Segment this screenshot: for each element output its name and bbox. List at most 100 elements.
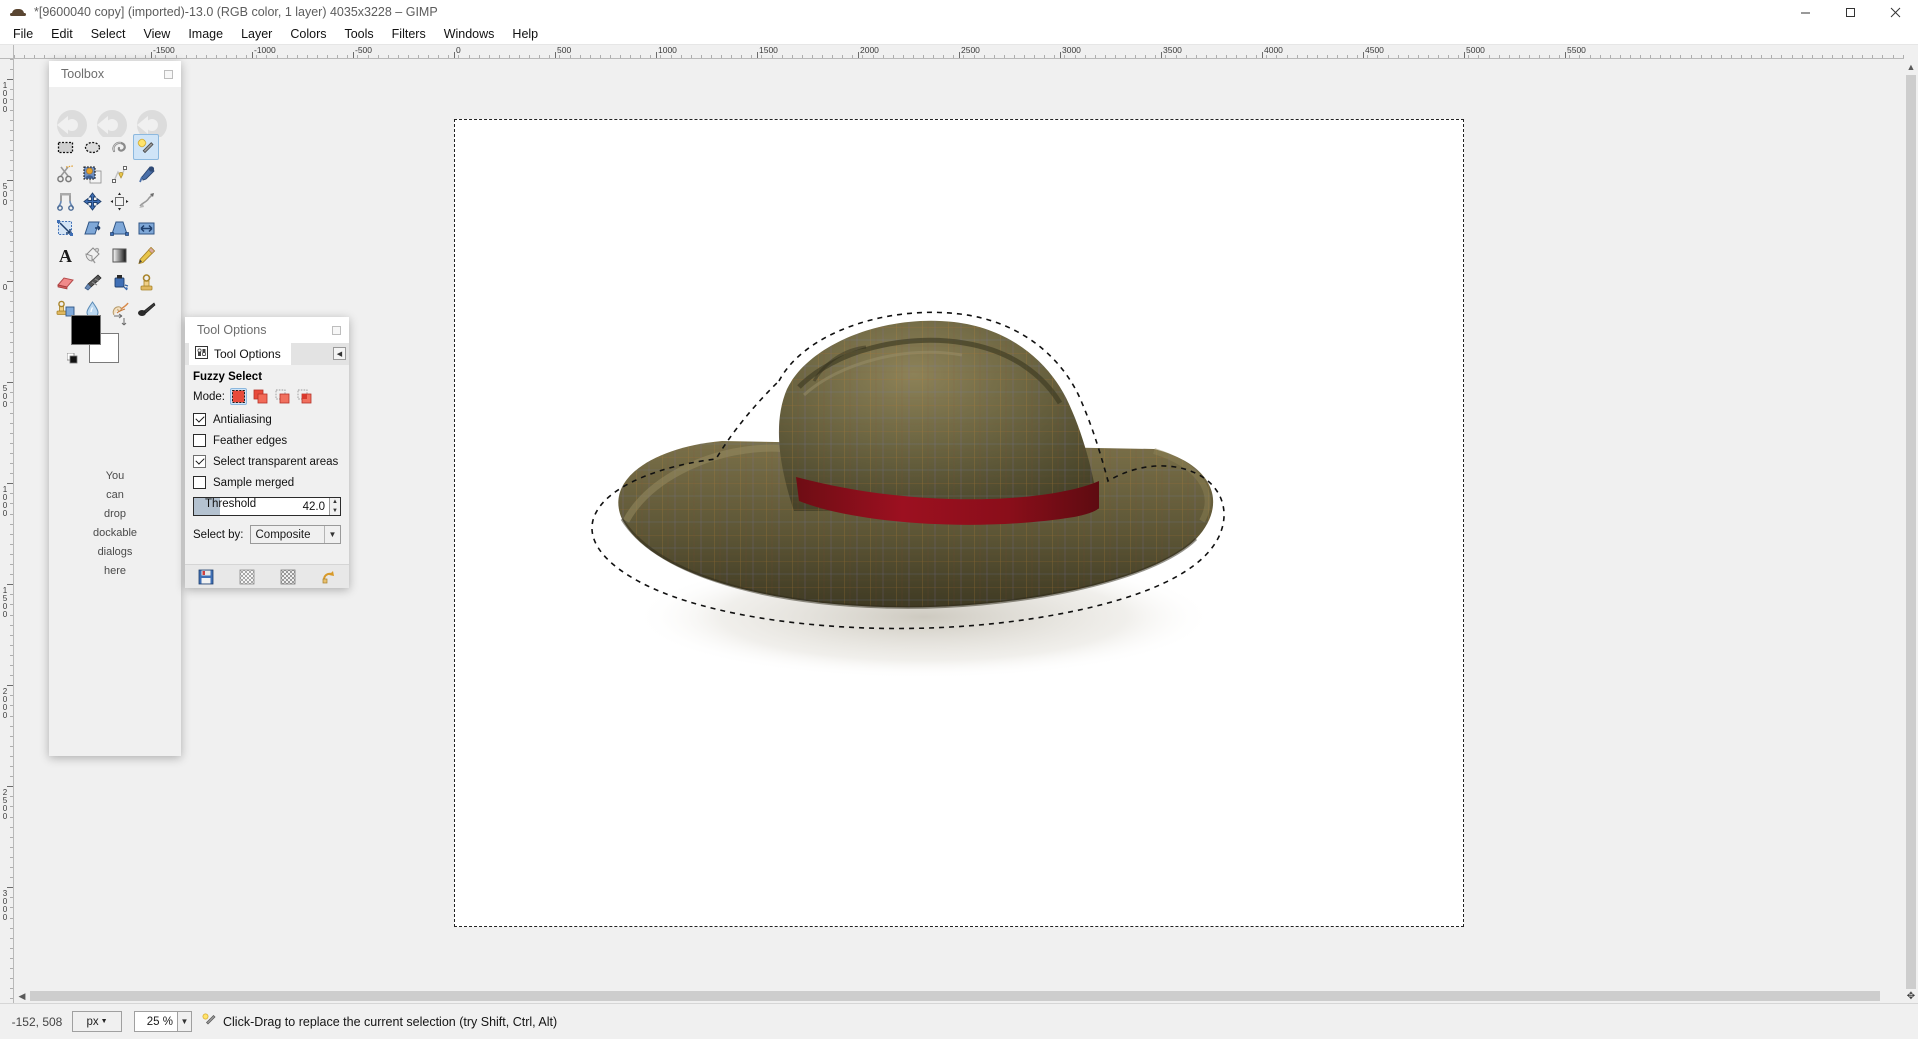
swap-colors-icon[interactable] [111,313,127,327]
ruler-minor-tick-v [10,554,13,555]
ruler-minor-tick-v [10,231,13,232]
reset-tool-options-button[interactable] [320,568,338,586]
threshold-value[interactable]: 42.0 [303,501,329,513]
menu-select[interactable]: Select [82,25,135,43]
restore-tool-preset-button[interactable] [238,568,256,586]
checkbox-antialiasing[interactable] [193,413,206,426]
foreground-select-tool[interactable] [79,161,105,187]
zoom-value[interactable]: 25 % [135,1016,177,1028]
threshold-increment[interactable]: ▲ [330,498,340,507]
mode-intersect-button[interactable] [296,388,313,405]
tool-options-tab-menu-button[interactable]: ◀ [333,347,346,360]
pencil-tool[interactable] [133,242,159,268]
menu-tools[interactable]: Tools [335,25,382,43]
vertical-ruler[interactable]: 1000500050010001500200025003000 [0,59,14,1019]
mode-subtract-button[interactable] [274,388,291,405]
checkbox-row[interactable]: Select transparent areas [193,455,341,468]
text-tool[interactable]: A [52,242,78,268]
ruler-minor-tick-v [10,140,13,141]
paths-tool[interactable] [106,161,132,187]
airbrush-tool[interactable] [79,269,105,295]
align-tool[interactable] [106,188,132,214]
checkbox-row[interactable]: Sample merged [193,476,341,489]
measure-tool[interactable] [52,188,78,214]
scroll-up-arrow[interactable]: ▲ [1906,61,1916,73]
ruler-minor-tick-v [10,170,13,171]
tab-tool-options[interactable]: Tool Options [189,343,291,365]
menu-help[interactable]: Help [503,25,547,43]
menu-view[interactable]: View [134,25,179,43]
menu-filters[interactable]: Filters [383,25,435,43]
checkbox-feather-edges[interactable] [193,434,206,447]
ruler-minor-tick-v [10,382,13,383]
threshold-decrement[interactable]: ▼ [330,507,340,516]
reset-colors-icon[interactable] [67,353,79,365]
ruler-origin-corner[interactable] [0,45,14,59]
chevron-down-icon[interactable]: ▼ [324,526,340,543]
fuzzy-select-tool[interactable] [133,134,159,160]
rect-select-tool[interactable] [52,134,78,160]
select-by-dropdown[interactable]: Composite ▼ [250,525,342,544]
vertical-scrollbar[interactable]: ▲ ▼ [1904,59,1918,1019]
ruler-minor-tick [1499,55,1500,58]
menu-colors[interactable]: Colors [281,25,335,43]
ruler-minor-tick [1691,55,1692,58]
wilber-drop-area[interactable] [50,109,180,137]
menu-windows[interactable]: Windows [435,25,504,43]
ruler-minor-tick [1549,55,1550,58]
eraser-tool[interactable] [52,269,78,295]
clone-tool[interactable] [133,269,159,295]
warp-transform-tool[interactable] [133,188,159,214]
scissors-select-tool[interactable] [52,161,78,187]
menu-layer[interactable]: Layer [232,25,281,43]
threshold-slider[interactable]: Threshold 42.0 ▲ ▼ [193,497,341,516]
unified-transform-tool[interactable] [52,215,78,241]
ruler-minor-tick-v [10,110,13,111]
mode-add-button[interactable] [252,388,269,405]
horizontal-scrollbar[interactable]: ◀ [14,989,1904,1003]
ruler-minor-tick-v [10,806,13,807]
checkbox-row[interactable]: Antialiasing [193,413,341,426]
unit-dropdown[interactable]: px ▼ [72,1011,122,1032]
threshold-spinner[interactable]: ▲ ▼ [329,498,340,515]
checkbox-select-transparent-areas[interactable] [193,455,206,468]
menu-file[interactable]: File [4,25,42,43]
bucket-fill-tool[interactable] [79,242,105,268]
navigation-preview-button[interactable]: ✥ [1904,989,1918,1003]
zoom-dropdown[interactable]: 25 % ▼ [134,1011,192,1032]
minimize-button[interactable] [1783,0,1828,24]
foreground-color-swatch[interactable] [71,315,101,345]
close-button[interactable] [1873,0,1918,24]
delete-tool-preset-button[interactable] [279,568,297,586]
mode-replace-button[interactable] [230,388,247,405]
ellipse-select-tool[interactable] [79,134,105,160]
drop-hint-line: dockable [49,524,181,543]
save-tool-preset-button[interactable] [197,568,215,586]
ruler-tick [656,52,657,58]
tool-options-menu-button[interactable] [332,326,341,335]
ink-tool[interactable] [106,269,132,295]
ruler-minor-tick-v [10,221,13,222]
toolbox-menu-button[interactable] [164,70,173,79]
menu-edit[interactable]: Edit [42,25,82,43]
free-select-tool[interactable] [106,134,132,160]
ruler-minor-tick-v [10,89,13,90]
horizontal-ruler[interactable]: -1500-1000-50005001000150020002500300035… [14,45,1904,59]
move-tool[interactable] [79,188,105,214]
ruler-minor-tick-v [10,716,13,717]
ruler-minor-tick [95,55,96,58]
ruler-minor-tick [388,55,389,58]
checkbox-row[interactable]: Feather edges [193,434,341,447]
menu-image[interactable]: Image [179,25,232,43]
gradient-tool[interactable] [106,242,132,268]
horizontal-scroll-thumb[interactable] [30,991,1880,1001]
perspective-tool[interactable] [106,215,132,241]
vertical-scroll-thumb[interactable] [1906,75,1916,995]
color-picker-tool[interactable] [133,161,159,187]
flip-tool[interactable] [133,215,159,241]
scroll-left-arrow[interactable]: ◀ [16,991,28,1001]
checkbox-sample-merged[interactable] [193,476,206,489]
shear-tool[interactable] [79,215,105,241]
zoom-chevron-down-icon[interactable]: ▼ [177,1012,191,1031]
maximize-button[interactable] [1828,0,1873,24]
